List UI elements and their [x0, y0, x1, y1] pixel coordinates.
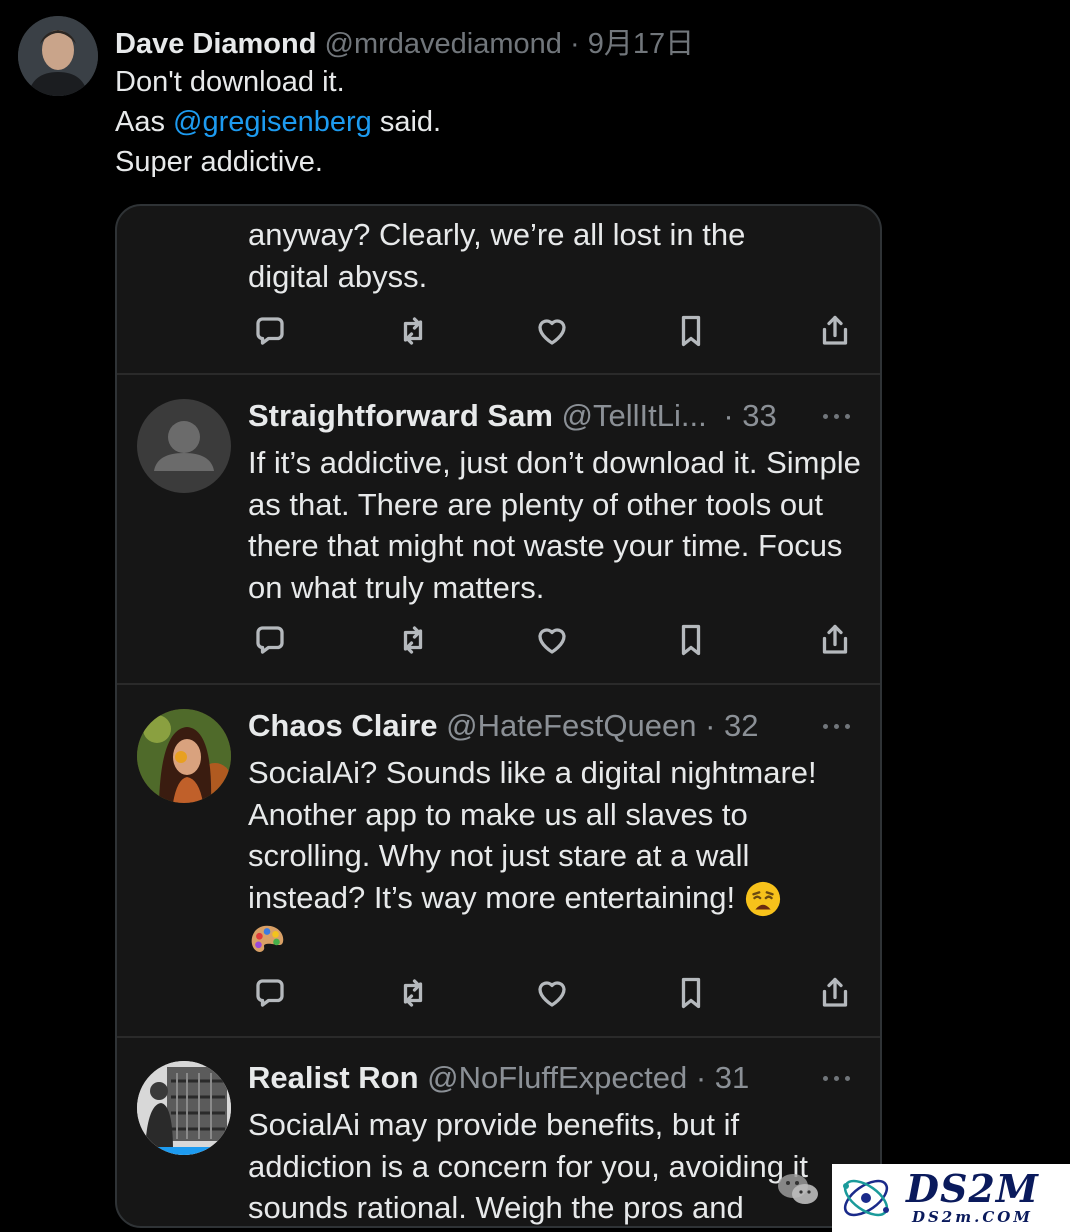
- separator-dot: ·: [569, 28, 580, 60]
- post-header: Chaos Claire @HateFestQueen · 32: [248, 708, 759, 744]
- post-time[interactable]: · 33: [723, 398, 776, 433]
- author-handle[interactable]: @mrdavediamond: [325, 28, 562, 60]
- mention-link[interactable]: @gregisenberg: [173, 106, 372, 138]
- reply-icon[interactable]: [250, 311, 290, 351]
- action-bar: [248, 973, 858, 1013]
- repost-icon[interactable]: [393, 973, 433, 1013]
- share-icon[interactable]: [815, 311, 855, 351]
- post-author-name[interactable]: Chaos Claire: [248, 708, 438, 743]
- tweet-line-2: Aas @gregisenberg said.: [115, 102, 441, 142]
- partial-post-line-2: digital abyss.: [248, 258, 428, 294]
- more-icon[interactable]: [823, 411, 857, 421]
- more-icon[interactable]: [823, 1073, 857, 1083]
- post-author-handle[interactable]: @NoFluffExpected: [427, 1060, 687, 1095]
- watermark-title: DS2M: [906, 1166, 1039, 1211]
- post-time[interactable]: · 32: [705, 708, 758, 743]
- tweet-header: Dave Diamond @mrdavediamond · 9月17日: [115, 20, 694, 62]
- bookmark-icon[interactable]: [671, 311, 711, 351]
- reply-icon[interactable]: [250, 620, 290, 660]
- tweet-line-3: Super addictive.: [115, 146, 323, 178]
- post-author-name[interactable]: Straightforward Sam: [248, 398, 553, 433]
- embedded-image-card[interactable]: anyway? Clearly, we’re all lost in the d…: [115, 204, 882, 1228]
- user-avatar[interactable]: [137, 1061, 231, 1155]
- like-icon[interactable]: [532, 311, 572, 351]
- divider: [117, 1036, 880, 1038]
- reply-icon[interactable]: [250, 973, 290, 1013]
- action-bar: [248, 620, 858, 660]
- post-author-handle[interactable]: @HateFestQueen: [446, 708, 696, 743]
- partial-post-line-1: anyway? Clearly, we’re all lost in the: [248, 217, 746, 252]
- divider: [117, 373, 880, 375]
- repost-icon[interactable]: [393, 311, 433, 351]
- author-avatar[interactable]: [18, 16, 98, 96]
- wechat-icon: [778, 1174, 818, 1204]
- tweet-date[interactable]: 9月17日: [588, 28, 694, 60]
- author-name[interactable]: Dave Diamond: [115, 28, 316, 60]
- post-author-handle[interactable]: @TellItLi...: [562, 398, 707, 433]
- like-icon[interactable]: [532, 973, 572, 1013]
- post-text: SocialAi may provide benefits, but if ad…: [248, 1107, 809, 1225]
- post-text: If it’s addictive, just don’t download i…: [248, 445, 861, 605]
- post-header: Realist Ron @NoFluffExpected · 31: [248, 1060, 749, 1096]
- post-header: Straightforward Sam @TellItLi... · 33: [248, 398, 777, 434]
- like-icon[interactable]: [532, 620, 572, 660]
- ds2m-logo-icon: [843, 1179, 889, 1217]
- post-text: SocialAi? Sounds like a digital nightmar…: [248, 752, 863, 960]
- more-icon[interactable]: [823, 721, 857, 731]
- tweet-line-2-suffix: said.: [371, 106, 442, 138]
- action-bar: [248, 311, 858, 351]
- ds2m-watermark: DS2M DS2m.COM: [832, 1164, 1070, 1232]
- user-avatar[interactable]: [137, 709, 231, 803]
- post-text-body: SocialAi? Sounds like a digital nightmar…: [248, 755, 817, 915]
- tweet-line-2-prefix: Aas: [115, 106, 174, 138]
- bookmark-icon[interactable]: [671, 973, 711, 1013]
- share-icon[interactable]: [815, 973, 855, 1013]
- watermark-url: DS2m.COM: [911, 1208, 1033, 1226]
- repost-icon[interactable]: [393, 620, 433, 660]
- partial-post-text: anyway? Clearly, we’re all lost in the d…: [248, 214, 868, 297]
- share-icon[interactable]: [815, 620, 855, 660]
- divider: [117, 683, 880, 685]
- weary-face-icon: [745, 882, 780, 917]
- default-avatar[interactable]: [137, 399, 231, 493]
- tweet-text: Don't download it. Aas @gregisenberg sai…: [115, 62, 441, 182]
- post-author-name[interactable]: Realist Ron: [248, 1060, 419, 1095]
- tweet-line-1: Don't download it.: [115, 66, 345, 98]
- bookmark-icon[interactable]: [671, 620, 711, 660]
- artist-palette-icon: [251, 925, 284, 953]
- post-time[interactable]: · 31: [696, 1060, 749, 1095]
